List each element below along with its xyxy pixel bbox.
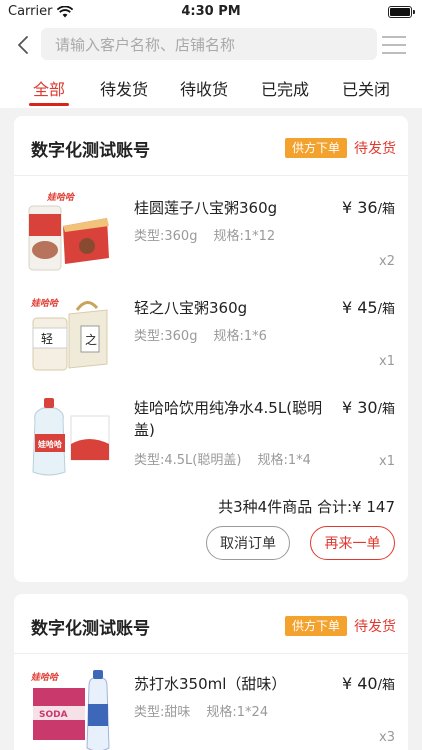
brand-logo: 娃哈哈: [30, 298, 60, 309]
product-price: ¥ 45/箱: [342, 298, 395, 317]
svg-text:轻: 轻: [41, 332, 53, 346]
product-price: ¥ 30/箱: [342, 398, 395, 417]
order-item[interactable]: SODA 娃哈哈 苏打水350ml（甜味） ¥ 40/箱 类型:甜味 规格:1*2…: [14, 668, 408, 750]
price-unit: /箱: [377, 402, 395, 417]
price-unit: /箱: [377, 678, 395, 693]
product-type: 类型:4.5L(聪明盖): [134, 453, 242, 468]
order-item[interactable]: 娃哈哈 娃哈哈饮用纯净水4.5L(聪明盖) ¥ 30/箱 类型:4.5L(聪明盖…: [14, 392, 408, 492]
svg-text:之: 之: [85, 333, 97, 347]
price-value: ¥ 30: [341, 398, 378, 417]
product-name: 娃哈哈饮用纯净水4.5L(聪明盖): [134, 399, 323, 439]
status-bar: Carrier 4:30 PM: [0, 0, 422, 24]
tab-label: 待发货: [99, 80, 148, 99]
price-unit: /箱: [377, 302, 395, 317]
tab-to-ship[interactable]: 待发货: [97, 66, 151, 108]
back-button[interactable]: [10, 30, 36, 60]
order-header: 数字化测试账号 供方下单 待发货: [14, 116, 408, 176]
product-price: ¥ 36/箱: [342, 198, 395, 217]
tab-completed[interactable]: 已完成: [258, 66, 312, 108]
tab-to-receive[interactable]: 待收货: [177, 66, 231, 108]
order-card[interactable]: 数字化测试账号 供方下单 待发货 娃哈哈 桂圆莲子八宝粥360g ¥ 36/箱 …: [14, 116, 408, 582]
tab-label: 已关闭: [341, 80, 390, 99]
order-item[interactable]: 之 轻 娃哈哈 轻之八宝粥360g ¥ 45/箱 类型:360g 规格:1*6 x…: [14, 292, 408, 392]
product-pack: 规格:1*12: [213, 229, 276, 244]
order-item[interactable]: 娃哈哈 桂圆莲子八宝粥360g ¥ 36/箱 类型:360g 规格:1*12 x2: [14, 192, 408, 292]
product-spec: 类型:甜味 规格:1*24: [134, 701, 284, 720]
tab-all[interactable]: 全部: [29, 66, 69, 108]
tab-label: 待收货: [179, 80, 228, 99]
product-qty: x1: [379, 354, 395, 369]
reorder-button[interactable]: 再来一单: [310, 526, 395, 560]
order-card[interactable]: 数字化测试账号 供方下单 待发货 SODA 娃哈哈 苏打水350ml（甜味） ¥…: [14, 594, 408, 750]
battery-icon: [388, 6, 415, 18]
price-value: ¥ 40: [341, 674, 378, 693]
order-status: 待发货: [354, 141, 396, 157]
search-placeholder: 请输入客户名称、店铺名称: [55, 35, 236, 54]
menu-icon: [382, 36, 406, 54]
order-source-badge: 供方下单: [285, 138, 347, 158]
product-image: 娃哈哈: [32, 398, 110, 476]
brand-logo: 娃哈哈: [46, 192, 76, 203]
product-qty: x2: [379, 254, 395, 269]
product-pack: 规格:1*4: [257, 453, 311, 468]
price-unit: /箱: [377, 202, 395, 217]
product-image: 之 轻 娃哈哈: [30, 298, 108, 371]
tab-closed[interactable]: 已关闭: [339, 66, 393, 108]
order-header: 数字化测试账号 供方下单 待发货: [14, 594, 408, 654]
product-type: 类型:360g: [134, 329, 198, 344]
product-qty: x3: [379, 730, 395, 745]
tab-label: 全部: [32, 80, 65, 99]
cancel-order-button[interactable]: 取消订单: [206, 526, 290, 560]
menu-button[interactable]: [381, 32, 407, 58]
product-spec: 类型:360g 规格:1*12: [134, 225, 291, 244]
brand-logo: 娃哈哈: [37, 439, 62, 449]
product-pack: 规格:1*24: [206, 705, 269, 720]
product-spec: 类型:4.5L(聪明盖) 规格:1*4: [134, 449, 327, 468]
product-spec: 类型:360g 规格:1*6: [134, 325, 283, 344]
product-qty: x1: [379, 454, 395, 469]
product-image: SODA 娃哈哈: [30, 670, 110, 750]
search-input[interactable]: 请输入客户名称、店铺名称: [41, 28, 377, 60]
product-type: 类型:甜味: [134, 705, 191, 720]
product-price: ¥ 40/箱: [342, 674, 395, 693]
product-name: 桂圆莲子八宝粥360g: [134, 199, 278, 217]
clock: 4:30 PM: [181, 4, 241, 19]
tab-label: 已完成: [260, 80, 309, 99]
chevron-left-icon: [18, 36, 28, 54]
box-text: SODA: [39, 710, 68, 720]
product-type: 类型:360g: [134, 229, 198, 244]
tab-underline: [29, 103, 69, 106]
product-pack: 规格:1*6: [213, 329, 267, 344]
price-value: ¥ 36: [341, 198, 378, 217]
shop-name: 数字化测试账号: [31, 141, 150, 161]
shop-name: 数字化测试账号: [31, 619, 150, 639]
brand-logo: 娃哈哈: [30, 672, 60, 683]
order-status: 待发货: [354, 619, 396, 635]
product-name: 轻之八宝粥360g: [134, 299, 248, 317]
product-image: 娃哈哈: [28, 192, 109, 271]
price-value: ¥ 45: [341, 298, 378, 317]
order-source-badge: 供方下单: [285, 616, 347, 636]
nav-bar: 请输入客户名称、店铺名称: [0, 24, 422, 66]
product-name: 苏打水350ml（甜味）: [134, 675, 287, 693]
order-tabs: 全部 待发货 待收货 已完成 已关闭: [0, 66, 422, 108]
order-summary: 共3种4件商品 合计:¥ 147: [218, 498, 395, 516]
